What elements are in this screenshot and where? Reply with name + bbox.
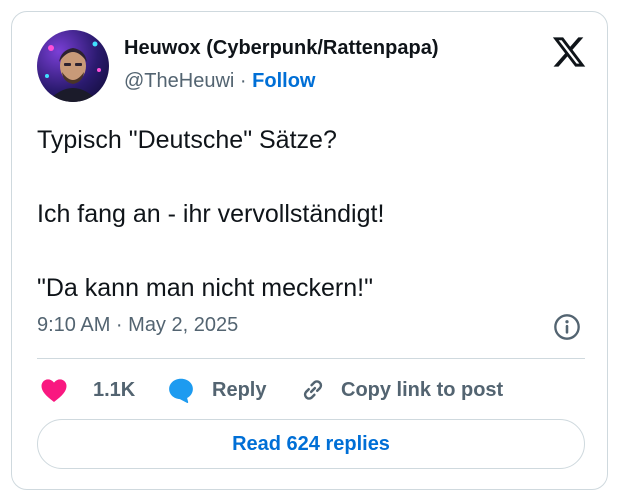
reply-bubble-icon [169,378,193,403]
avatar[interactable] [37,30,109,102]
reply-button[interactable]: Reply [166,374,266,406]
tweet-embed-card: Heuwox (Cyberpunk/Rattenpapa) @TheHeuwi … [11,11,608,490]
author-handle-row: @TheHeuwi · Follow [124,70,315,93]
link-icon [303,380,323,400]
tweet-paragraph-3: "Da kann man nicht meckern!" [37,274,373,302]
copy-link-button[interactable]: Copy link to post [298,374,503,406]
follow-button[interactable]: Follow [252,70,315,92]
info-icon[interactable] [553,313,581,341]
divider [37,358,585,359]
heart-icon [41,379,67,402]
like-button[interactable]: 1.1K [39,374,135,406]
author-display-name[interactable]: Heuwox (Cyberpunk/Rattenpapa) [124,37,438,60]
x-logo-icon[interactable] [551,34,587,70]
tweet-paragraph-2: Ich fang an - ihr vervollständigt! [37,200,385,228]
copy-link-label: Copy link to post [341,378,504,401]
tweet-paragraph-1: Typisch "Deutsche" Sätze? [37,126,337,154]
read-replies-button[interactable]: Read 624 replies [37,419,585,469]
tweet-text: Typisch "Deutsche" Sätze? Ich fang an - … [37,122,597,307]
like-count: 1.1K [93,378,136,401]
separator-dot: · [239,70,247,92]
author-handle[interactable]: @TheHeuwi [124,70,234,92]
reply-label: Reply [212,378,267,401]
tweet-timestamp[interactable]: 9:10 AM · May 2, 2025 [37,314,238,337]
